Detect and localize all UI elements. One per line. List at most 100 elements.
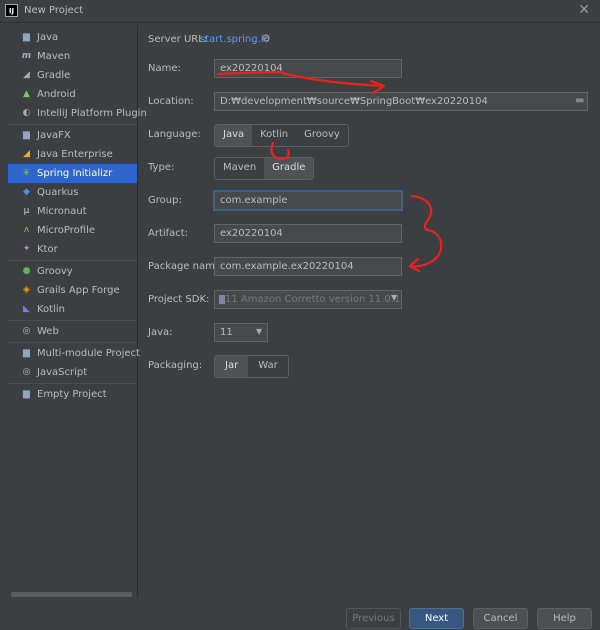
sdk-folder-icon bbox=[219, 295, 225, 304]
sidebar-item-label: Spring Initializr bbox=[37, 168, 113, 179]
android-icon: ▲ bbox=[23, 89, 30, 99]
help-button[interactable]: Help bbox=[537, 608, 592, 629]
sidebar-item-label: IntelliJ Platform Plugin bbox=[37, 108, 147, 119]
web-icon: ◎ bbox=[22, 326, 31, 336]
packaging-label: Packaging: bbox=[148, 360, 203, 371]
sidebar-item-spring-initializr[interactable]: ❦ Spring Initializr bbox=[8, 164, 137, 183]
maven-icon: m bbox=[21, 51, 32, 61]
sidebar-item-ktor[interactable]: ✦ Ktor bbox=[8, 240, 137, 259]
sidebar-item-label: Gradle bbox=[37, 70, 71, 81]
folder-icon: ▆ bbox=[23, 348, 30, 358]
horizontal-scrollbar[interactable] bbox=[11, 592, 132, 597]
sidebar-item-micronaut[interactable]: μ Micronaut bbox=[8, 202, 137, 221]
language-option-groovy[interactable]: Groovy bbox=[296, 125, 348, 146]
chevron-down-icon[interactable]: ▼ bbox=[256, 327, 262, 336]
java-enterprise-icon: ◢ bbox=[23, 149, 30, 159]
cancel-button[interactable]: Cancel bbox=[473, 608, 528, 629]
sidebar-item-gradle[interactable]: ◢ Gradle bbox=[8, 66, 137, 85]
sidebar-item-label: MicroProfile bbox=[37, 225, 96, 236]
spring-initializr-form: Server URL: start.spring.io ⚙ Name: ex20… bbox=[148, 25, 588, 585]
sidebar-item-microprofile[interactable]: ᴧ MicroProfile bbox=[8, 221, 137, 240]
close-icon[interactable]: ✕ bbox=[578, 2, 590, 18]
sidebar-item-label: Kotlin bbox=[37, 304, 65, 315]
sidebar-item-label: Grails App Forge bbox=[37, 285, 120, 296]
folder-icon: ▆ bbox=[23, 32, 30, 42]
sidebar-item-maven[interactable]: m Maven bbox=[8, 47, 137, 66]
sidebar-item-web[interactable]: ◎ Web bbox=[8, 322, 137, 341]
microprofile-icon: ᴧ bbox=[23, 225, 30, 235]
divider bbox=[8, 260, 137, 261]
browse-folder-icon[interactable]: ▬ bbox=[575, 95, 584, 106]
language-selector: Java Kotlin Groovy bbox=[214, 124, 349, 147]
location-field[interactable]: D:₩development₩source₩SpringBoot₩ex20220… bbox=[214, 92, 588, 111]
sidebar-item-label: Java bbox=[37, 32, 59, 43]
group-field[interactable]: com.example bbox=[214, 191, 402, 210]
folder-icon: ▆ bbox=[23, 130, 30, 140]
sidebar-item-empty-project[interactable]: ▆ Empty Project bbox=[8, 385, 137, 404]
java-label: Java: bbox=[148, 327, 173, 338]
name-field[interactable]: ex20220104 bbox=[214, 59, 402, 78]
quarkus-icon: ◆ bbox=[23, 187, 30, 197]
sidebar-item-label: Web bbox=[37, 326, 59, 337]
sidebar-item-label: Groovy bbox=[37, 266, 73, 277]
ktor-icon: ✦ bbox=[22, 244, 31, 254]
plugin-icon: ◐ bbox=[22, 108, 31, 118]
gear-icon[interactable]: ⚙ bbox=[261, 32, 271, 45]
artifact-label: Artifact: bbox=[148, 228, 189, 239]
sidebar-item-label: Java Enterprise bbox=[37, 149, 113, 160]
groovy-icon: ● bbox=[22, 266, 31, 276]
project-sdk-dropdown[interactable]: 11 Amazon Corretto version 11.0.12 bbox=[214, 290, 402, 309]
intellij-logo-icon: IJ bbox=[5, 4, 18, 17]
language-label: Language: bbox=[148, 129, 201, 140]
sidebar-item-groovy[interactable]: ● Groovy bbox=[8, 262, 137, 281]
project-sdk-label: Project SDK: bbox=[148, 294, 210, 305]
previous-button[interactable]: Previous bbox=[346, 608, 401, 629]
group-label: Group: bbox=[148, 195, 182, 206]
packaging-selector: Jar War bbox=[214, 355, 289, 378]
title-bar: IJ New Project ✕ bbox=[0, 0, 600, 23]
sidebar-item-quarkus[interactable]: ◆ Quarkus bbox=[8, 183, 137, 202]
sidebar-item-label: Android bbox=[37, 89, 76, 100]
server-url-link[interactable]: start.spring.io bbox=[200, 34, 270, 45]
sidebar-item-intellij-plugin[interactable]: ◐ IntelliJ Platform Plugin bbox=[8, 104, 147, 123]
sidebar-item-label: Quarkus bbox=[37, 187, 79, 198]
language-option-kotlin[interactable]: Kotlin bbox=[252, 125, 297, 146]
sidebar-item-java[interactable]: ▆ Java bbox=[8, 28, 137, 47]
sidebar-item-label: Ktor bbox=[37, 244, 58, 255]
sidebar-item-android[interactable]: ▲ Android bbox=[8, 85, 137, 104]
sidebar-item-javascript[interactable]: ◎ JavaScript bbox=[8, 363, 137, 382]
type-option-gradle[interactable]: Gradle bbox=[264, 158, 314, 179]
dialog-footer: Previous Next Cancel Help bbox=[0, 604, 600, 630]
package-name-field[interactable]: com.example.ex20220104 bbox=[214, 257, 402, 276]
sidebar-item-label: Micronaut bbox=[37, 206, 87, 217]
sidebar-item-kotlin[interactable]: ◣ Kotlin bbox=[8, 300, 137, 319]
sidebar-item-label: Multi-module Project bbox=[37, 348, 140, 359]
javascript-icon: ◎ bbox=[22, 367, 31, 377]
folder-icon: ▆ bbox=[23, 389, 30, 399]
grails-icon: ◈ bbox=[23, 285, 30, 295]
sidebar-item-grails[interactable]: ◈ Grails App Forge bbox=[8, 281, 137, 300]
type-selector: Maven Gradle bbox=[214, 157, 315, 180]
divider bbox=[8, 383, 137, 384]
sidebar-item-label: Empty Project bbox=[37, 389, 107, 400]
divider bbox=[8, 342, 137, 343]
sidebar-item-multi-module[interactable]: ▆ Multi-module Project bbox=[8, 344, 140, 363]
packaging-option-jar[interactable]: Jar bbox=[215, 356, 249, 377]
chevron-down-icon[interactable]: ▼ bbox=[391, 293, 397, 302]
spring-icon: ❦ bbox=[22, 168, 31, 178]
kotlin-icon: ◣ bbox=[23, 304, 30, 314]
type-label: Type: bbox=[148, 162, 175, 173]
sidebar-item-label: JavaFX bbox=[37, 130, 71, 141]
java-version-value: 11 bbox=[220, 327, 233, 338]
sidebar-item-java-enterprise[interactable]: ◢ Java Enterprise bbox=[8, 145, 137, 164]
sidebar-item-label: JavaScript bbox=[37, 367, 88, 378]
next-button[interactable]: Next bbox=[409, 608, 464, 629]
type-option-maven[interactable]: Maven bbox=[215, 158, 265, 179]
sidebar-item-javafx[interactable]: ▆ JavaFX bbox=[8, 126, 137, 145]
artifact-field[interactable]: ex20220104 bbox=[214, 224, 402, 243]
name-label: Name: bbox=[148, 63, 181, 74]
sidebar-item-label: Maven bbox=[37, 51, 71, 62]
packaging-option-war[interactable]: War bbox=[248, 356, 288, 377]
package-name-label: Package name: bbox=[148, 261, 225, 272]
language-option-java[interactable]: Java bbox=[215, 125, 253, 146]
